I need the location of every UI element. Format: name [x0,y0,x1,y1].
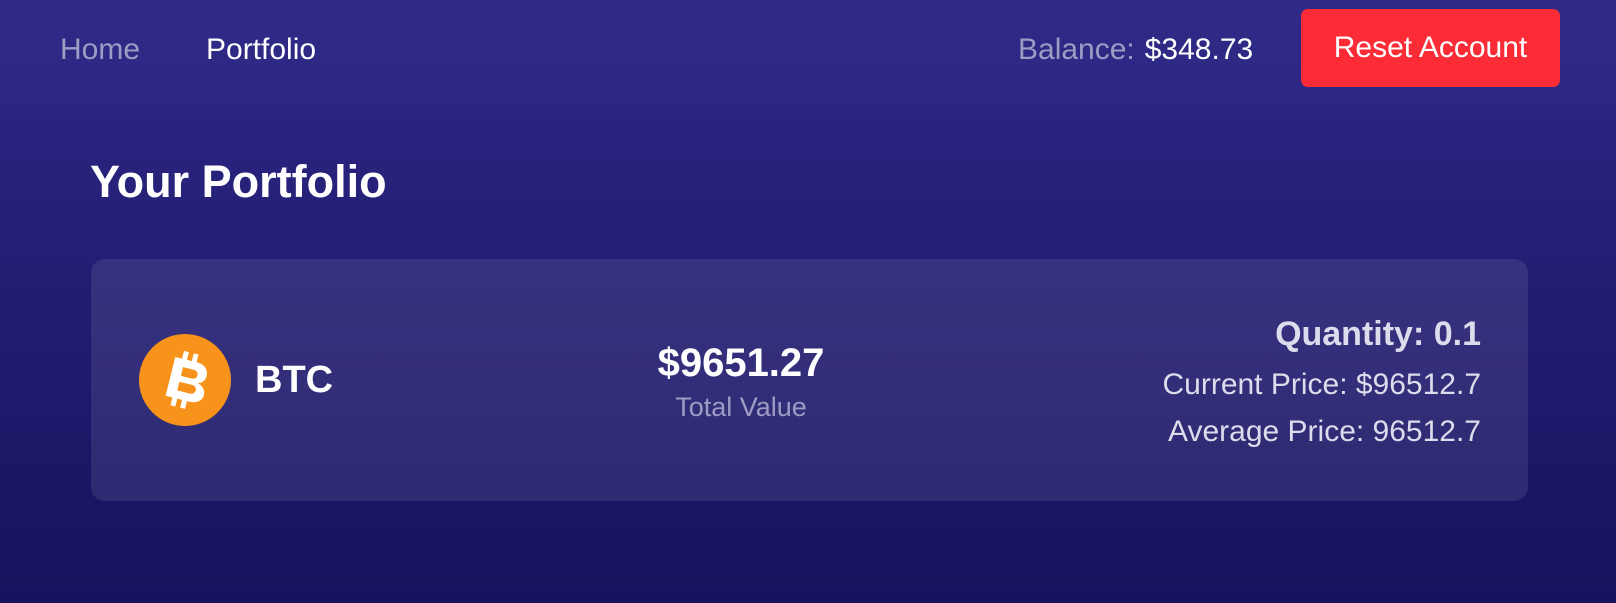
nav-link-home[interactable]: Home [60,30,140,70]
balance-value: $348.73 [1144,33,1254,66]
reset-account-button[interactable]: Reset Account [1301,9,1560,87]
bitcoin-icon [139,334,231,426]
total-value: $9651.27 [657,341,825,385]
balance-display: Balance: $348.73 [1018,30,1253,70]
page-title: Your Portfolio [90,156,387,207]
current-price: Current Price: $96512.7 [1162,368,1481,401]
coin-symbol: BTC [255,359,334,401]
average-price: Average Price: 96512.7 [1168,415,1481,448]
holding-card: BTC $9651.27 Total Value Quantity: 0.1 C… [91,259,1528,501]
nav-link-portfolio[interactable]: Portfolio [206,30,316,70]
top-navbar: Home Portfolio Balance: $348.73 Reset Acc… [0,0,1616,116]
quantity-value: Quantity: 0.1 [1275,315,1481,353]
balance-label: Balance: [1018,33,1135,66]
total-value-label: Total Value [675,392,807,422]
